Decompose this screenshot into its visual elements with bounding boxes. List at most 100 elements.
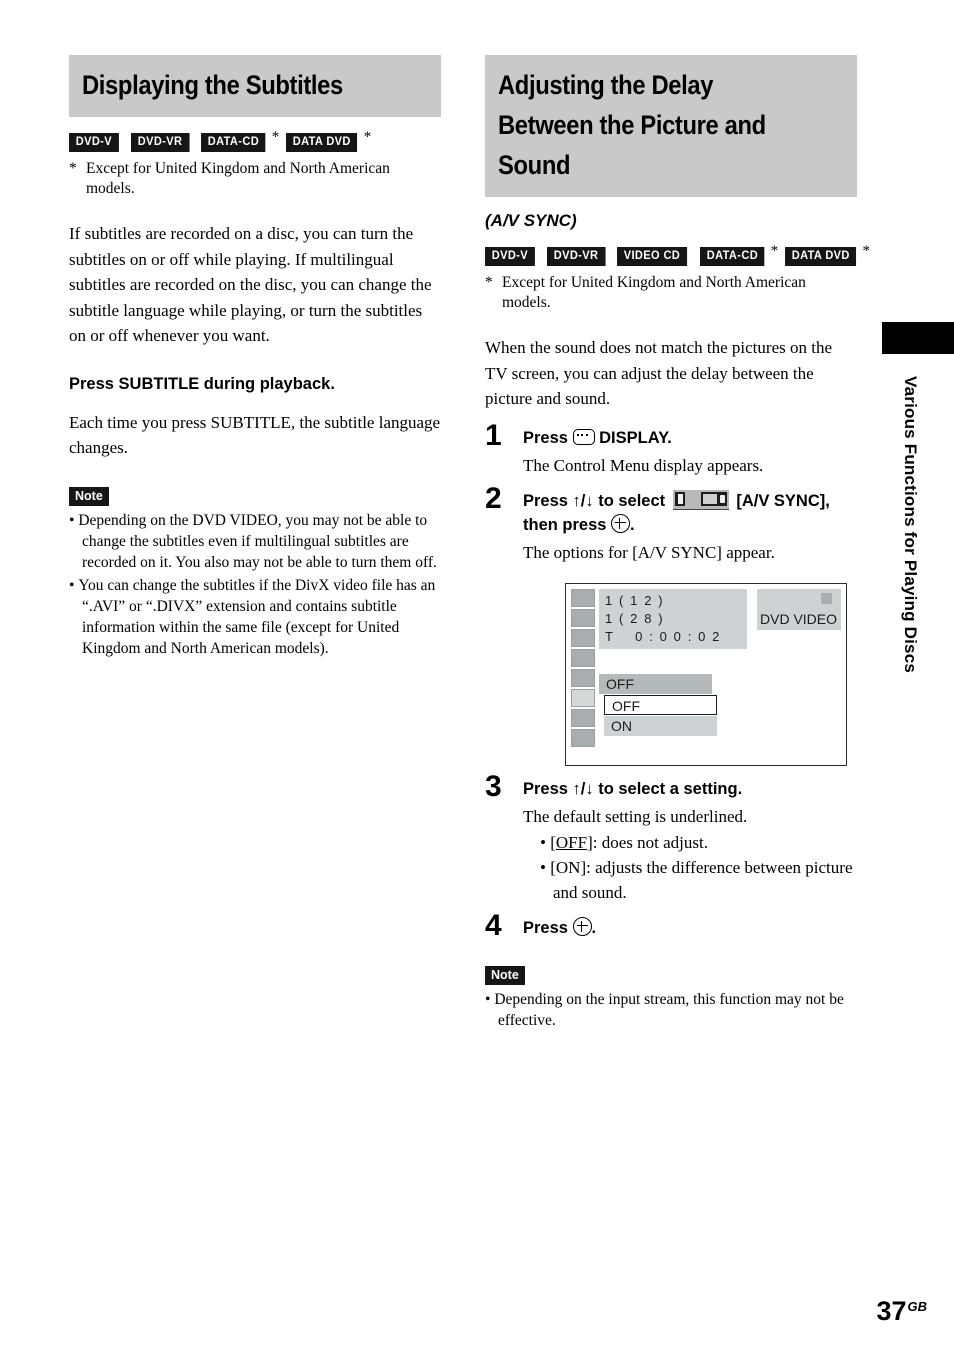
right-section-header: Adjusting the Delay Between the Picture … xyxy=(485,55,857,197)
footnote-text: Except for United Kingdom and North Amer… xyxy=(86,160,390,197)
footnote-mark: * xyxy=(69,160,77,177)
note-item: Depending on the DVD VIDEO, you may not … xyxy=(69,510,441,573)
disc-badge-data-dvd: DATA DVD xyxy=(785,247,857,266)
av-sync-icon xyxy=(672,489,729,510)
screen-icon-cell xyxy=(571,708,595,727)
badge-item: DVD-V xyxy=(485,247,540,266)
step-title: Press DISPLAY. xyxy=(523,426,857,450)
step-title-text-before: Press xyxy=(523,428,573,447)
badge-star: * xyxy=(271,129,280,145)
step-title-text-after: DISPLAY. xyxy=(594,428,672,447)
badge-item: DATA-CD * xyxy=(700,244,778,266)
display-button-icon xyxy=(572,428,595,445)
note-item: Depending on the input stream, this func… xyxy=(485,989,857,1031)
badge-item: VIDEO CD xyxy=(617,247,693,266)
side-tab-label: Various Functions for Playing Discs xyxy=(901,376,920,674)
step-description: The default setting is underlined. xyxy=(523,806,748,826)
screen-option-on[interactable]: ON xyxy=(604,715,717,736)
footnote-mark: * xyxy=(485,274,493,291)
step-number: 2 xyxy=(485,481,502,515)
screen-current-setting: OFF xyxy=(599,673,712,694)
setting-text-on: : adjusts the difference between picture… xyxy=(553,857,853,902)
step-title-text-before: Press xyxy=(523,918,573,937)
screen-info-line-chapter: 1 ( 2 8 ) xyxy=(605,610,665,626)
left-note-block: Note Depending on the DVD VIDEO, you may… xyxy=(69,486,441,659)
note-badge: Note xyxy=(69,486,109,506)
step-title: Press . xyxy=(523,916,857,940)
footnote-text: Except for United Kingdom and North Amer… xyxy=(502,274,806,311)
screen-icon-cell-active xyxy=(571,688,595,707)
right-disc-badges: DVD-V DVD-VR VIDEO CD DATA-CD * DATA DVD… xyxy=(485,244,870,266)
screen-current-setting-value: OFF xyxy=(606,675,634,692)
step-4: 4 Press . xyxy=(485,910,857,940)
setting-key-on: ON xyxy=(555,857,581,877)
screen-option-label: ON xyxy=(611,717,632,734)
step-description: The options for [A/V SYNC] appear. xyxy=(523,542,775,562)
left-disc-badges: DVD-V DVD-VR DATA-CD * DATA DVD * xyxy=(69,129,441,152)
badge-item: DATA DVD * xyxy=(286,130,371,152)
disc-badge-dvd-vr: DVD-VR xyxy=(546,247,605,266)
screen-option-off[interactable]: OFF xyxy=(604,694,717,715)
page-number: 37GB xyxy=(876,1293,927,1325)
badge-star: * xyxy=(862,243,871,259)
page-number-suffix: GB xyxy=(907,1299,928,1314)
screen-icon-strip xyxy=(571,588,595,749)
screen-info-line-time: T 0 : 0 0 : 0 2 xyxy=(605,628,721,644)
right-note-block: Note Depending on the input stream, this… xyxy=(485,965,857,1031)
side-tab-marker xyxy=(882,322,954,354)
screen-icon-cell xyxy=(571,668,595,687)
disc-badge-dvd-v: DVD-V xyxy=(69,133,119,152)
left-note-list: Depending on the DVD VIDEO, you may not … xyxy=(69,510,441,659)
step-title: Press ↑/↓ to select a setting. xyxy=(523,779,743,798)
disc-badge-video-cd: VIDEO CD xyxy=(617,247,688,266)
right-column: Adjusting the Delay Between the Picture … xyxy=(485,55,870,1031)
step-number: 3 xyxy=(485,769,502,803)
setting-text-off: : does not adjust. xyxy=(592,832,708,852)
step-title-text-before: Press ↑/↓ to select xyxy=(523,491,670,510)
step-2: 2 Press ↑/↓ to select [A/V SYNC], then p… xyxy=(485,483,857,766)
setting-key-off: OFF xyxy=(555,832,588,852)
screen-icon-cell xyxy=(571,588,595,607)
right-intro-paragraph: When the sound does not match the pictur… xyxy=(485,338,832,408)
right-footnote: * Except for United Kingdom and North Am… xyxy=(485,273,857,313)
step-bullet-off: [OFF]: does not adjust. xyxy=(523,830,857,855)
badge-item: DVD-V xyxy=(69,133,124,152)
screen-icon-cell xyxy=(571,728,595,747)
step-description: The Control Menu display appears. xyxy=(523,455,764,475)
step-bullet-list: [OFF]: does not adjust. [ON]: adjusts th… xyxy=(523,830,857,905)
chapter-side-tab: Various Functions for Playing Discs xyxy=(882,322,954,673)
step-1: 1 Press DISPLAY. The Control Menu displa… xyxy=(485,420,857,478)
left-intro-paragraph: If subtitles are recorded on a disc, you… xyxy=(69,224,432,345)
badge-item: DVD-VR xyxy=(546,247,611,266)
disc-badge-dvd-vr: DVD-VR xyxy=(130,133,189,152)
screen-icon-cell xyxy=(571,628,595,647)
left-footnote: * Except for United Kingdom and North Am… xyxy=(69,159,441,199)
screen-info-line-title: 1 ( 1 2 ) xyxy=(605,592,665,608)
screen-disc-square-icon xyxy=(821,592,832,604)
disc-badge-data-cd: DATA-CD xyxy=(700,247,765,266)
left-instruction-heading: Press SUBTITLE during playback. xyxy=(69,374,335,393)
screen-disc-label: DVD VIDEO xyxy=(760,610,838,627)
screen-option-label: OFF xyxy=(612,697,640,714)
disc-badge-data-dvd: DATA DVD xyxy=(286,133,358,152)
step-number: 1 xyxy=(485,418,502,452)
badge-item: DVD-VR xyxy=(130,133,195,152)
control-menu-screen-illustration: 1 ( 1 2 ) 1 ( 2 8 ) T 0 : 0 0 : 0 2 DVD … xyxy=(565,582,847,766)
screen-icon-cell xyxy=(571,648,595,667)
left-section-title: Displaying the Subtitles xyxy=(82,70,343,100)
disc-badge-data-cd: DATA-CD xyxy=(201,133,267,152)
left-instruction-body: Each time you press SUBTITLE, the subtit… xyxy=(69,412,441,458)
screen-playback-info: 1 ( 1 2 ) 1 ( 2 8 ) T 0 : 0 0 : 0 2 xyxy=(599,588,747,649)
left-column: Displaying the Subtitles DVD-V DVD-VR DA… xyxy=(69,55,441,659)
left-section-header: Displaying the Subtitles xyxy=(69,55,441,117)
step-title: Press ↑/↓ to select [A/V SYNC], then pre… xyxy=(523,489,857,537)
badge-item: DATA DVD * xyxy=(785,243,871,266)
right-note-list: Depending on the input stream, this func… xyxy=(485,989,857,1031)
note-badge: Note xyxy=(485,965,525,985)
note-item: You can change the subtitles if the DivX… xyxy=(69,575,441,659)
step-title-text-after: . xyxy=(630,515,635,534)
step-3: 3 Press ↑/↓ to select a setting. The def… xyxy=(485,771,857,905)
step-number: 4 xyxy=(485,908,502,942)
right-section-title: Adjusting the Delay Between the Picture … xyxy=(498,70,773,180)
right-section-subtitle: (A/V SYNC) xyxy=(485,211,577,230)
